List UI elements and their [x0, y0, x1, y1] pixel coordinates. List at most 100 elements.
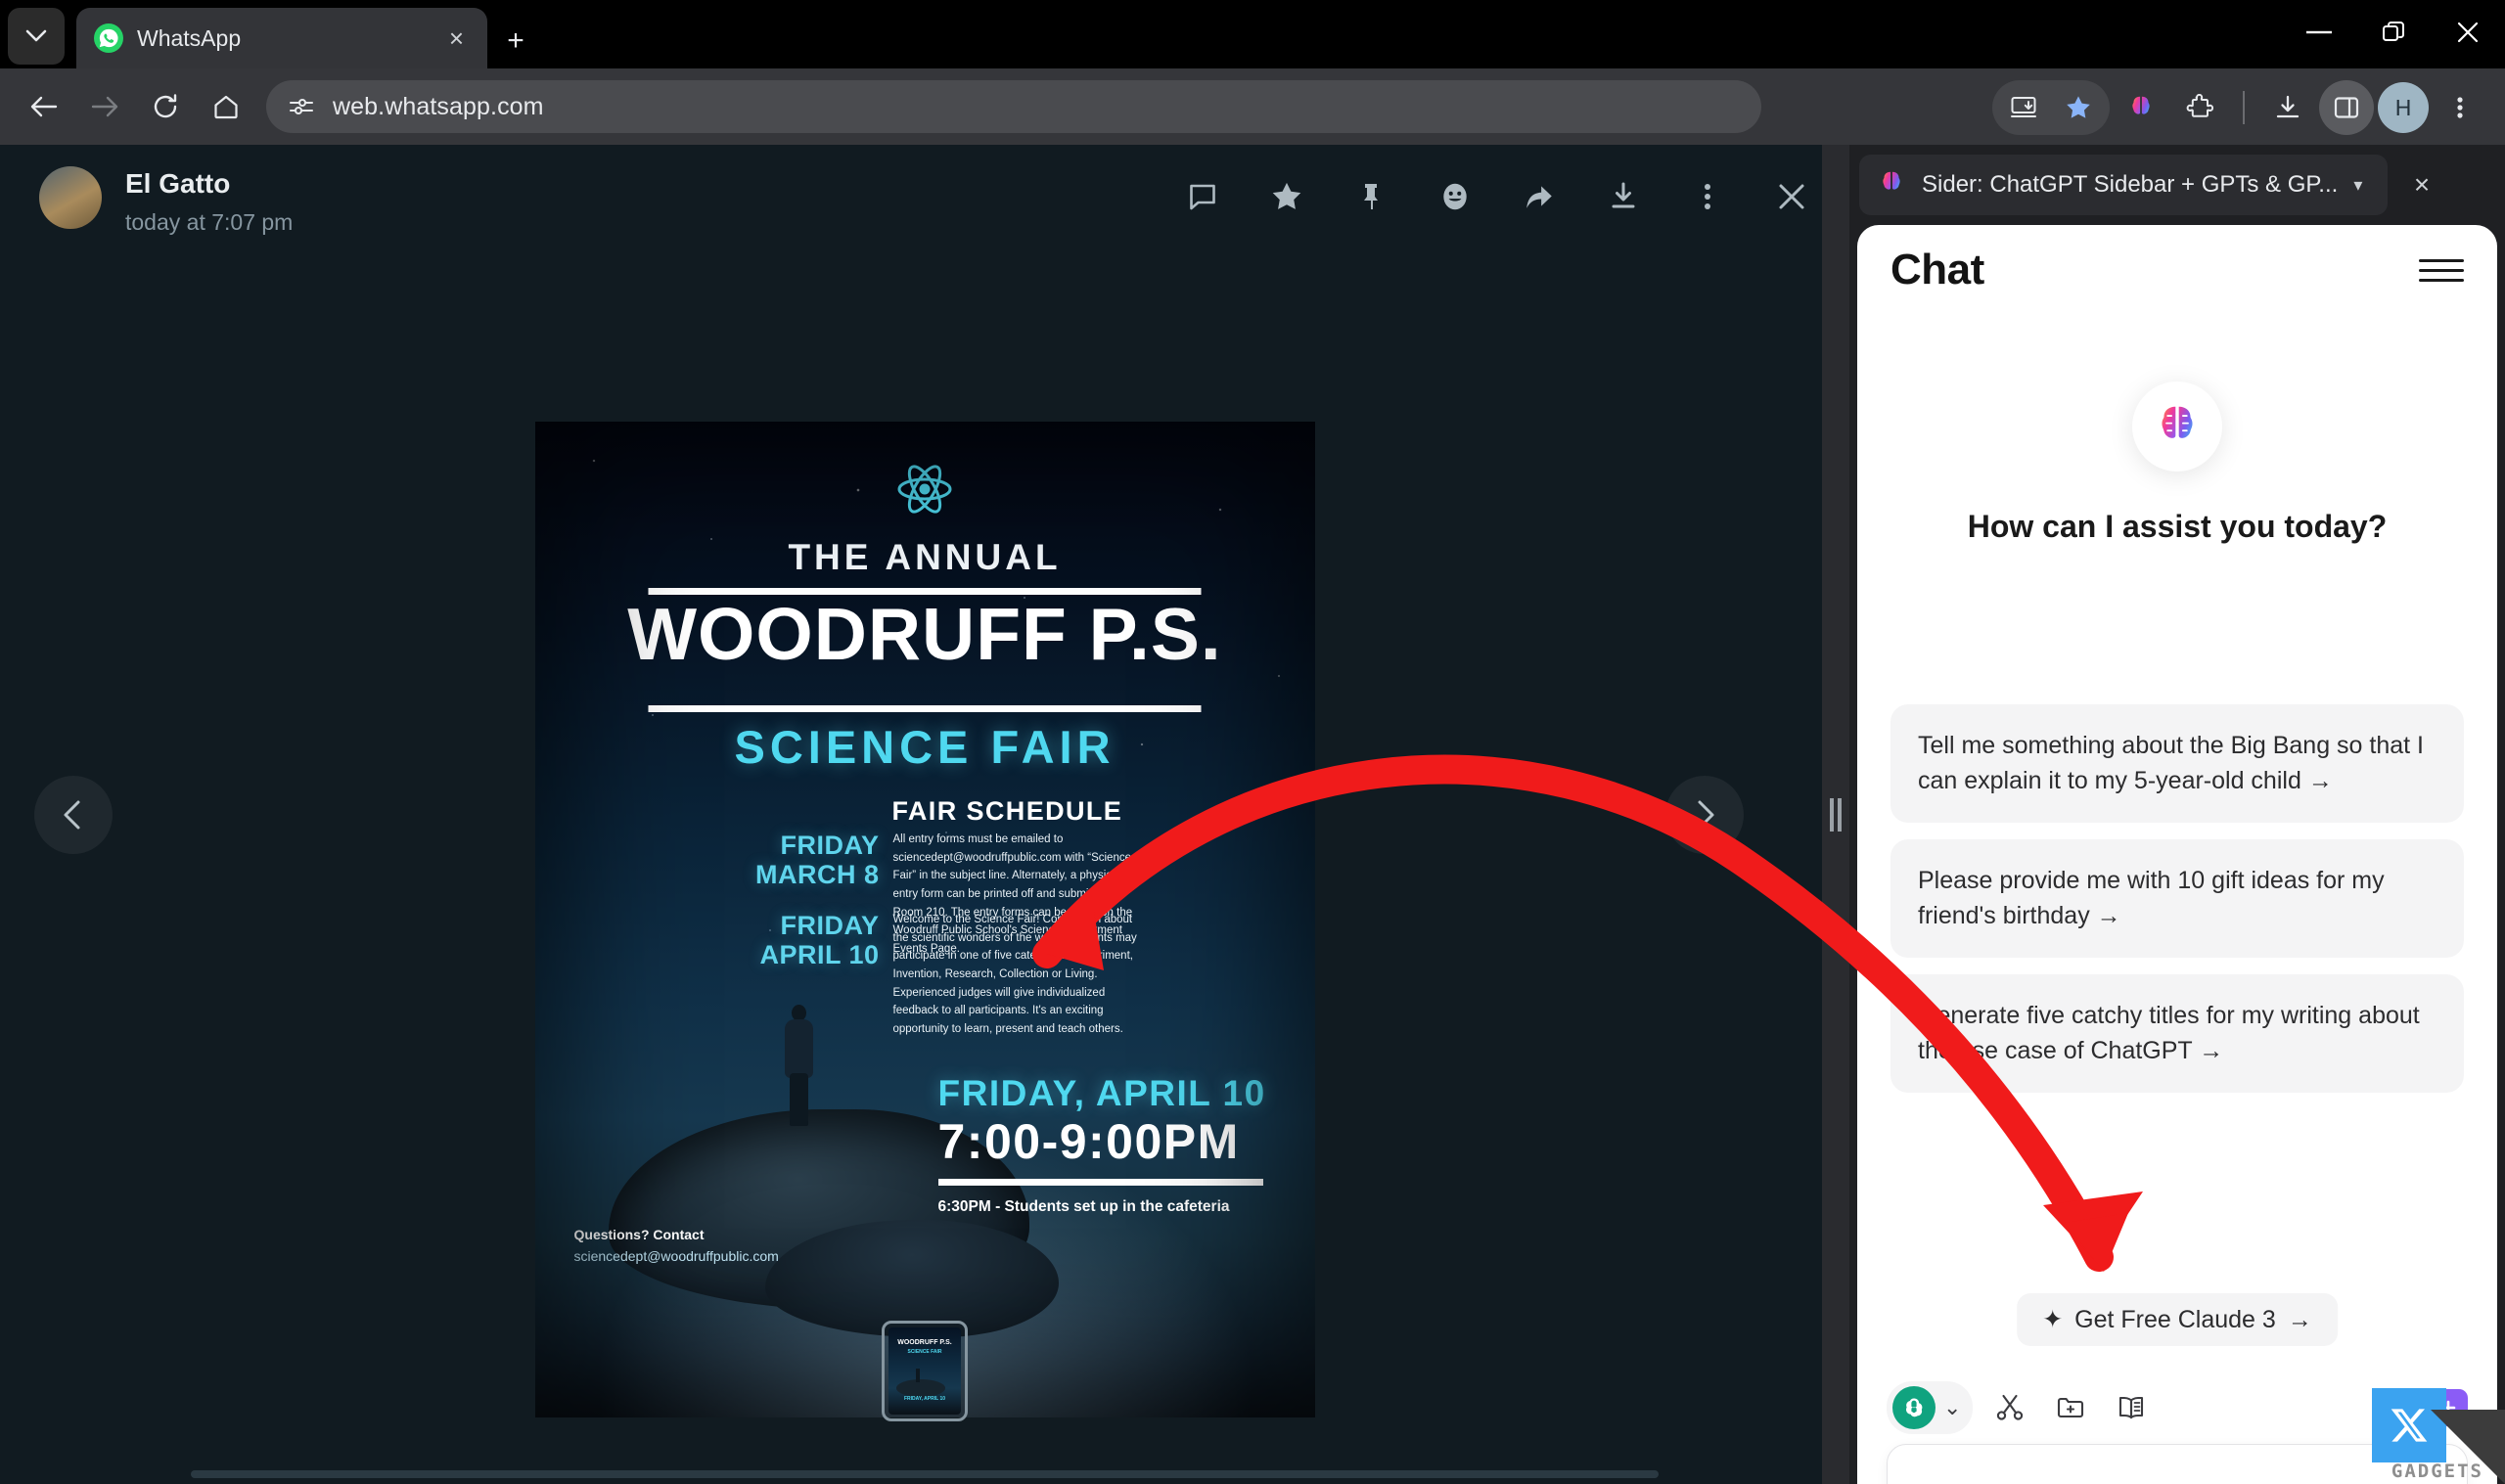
- scissors-icon[interactable]: [1986, 1384, 2033, 1431]
- download-icon[interactable]: [1585, 158, 1662, 235]
- close-icon[interactable]: [1754, 158, 1830, 235]
- x-twitter-badge[interactable]: [2372, 1388, 2446, 1462]
- media-viewer: El Gatto today at 7:07 pm THE ANNUAL WOO…: [0, 145, 1849, 1484]
- profile-avatar[interactable]: H: [2378, 82, 2429, 133]
- close-window-button[interactable]: [2431, 0, 2505, 65]
- suggestion-text: Tell me something about the Big Bang so …: [1918, 732, 2424, 795]
- forward-icon[interactable]: [1501, 158, 1577, 235]
- minimize-icon: [2306, 30, 2332, 34]
- reload-icon: [154, 94, 177, 118]
- model-selector[interactable]: ⌄: [1887, 1381, 1974, 1434]
- forward-button[interactable]: [78, 80, 131, 133]
- sider-extension-title: Sider: ChatGPT Sidebar + GPTs & GP...: [1922, 171, 2339, 198]
- forward-arrow-icon: [91, 96, 118, 117]
- arrow-right-icon: →: [2287, 1305, 2312, 1333]
- whatsapp-page: Turn on notifications Get notified of ne…: [0, 145, 1849, 1484]
- back-arrow-icon: [30, 96, 58, 117]
- screen: WhatsApp × + web.whatsapp.com H El Gatto…: [0, 0, 2505, 1484]
- reload-button[interactable]: [139, 80, 192, 133]
- maximize-button[interactable]: [2356, 0, 2431, 65]
- sidebar-resize-handle[interactable]: [1822, 145, 1849, 1484]
- openai-logo-icon: [1892, 1386, 1936, 1429]
- close-sider-button[interactable]: ×: [2388, 155, 2456, 215]
- tune-icon[interactable]: [288, 95, 315, 118]
- browser-tab[interactable]: WhatsApp ×: [76, 8, 487, 68]
- close-icon[interactable]: ×: [443, 22, 470, 55]
- toolbar-actions: H: [1992, 80, 2487, 135]
- page-title: Chat: [1890, 246, 1984, 293]
- chevron-down-icon: [25, 29, 47, 42]
- hamburger-menu-icon[interactable]: [2419, 247, 2464, 292]
- comment-icon[interactable]: [1164, 158, 1241, 235]
- close-icon: [2457, 22, 2479, 43]
- horizontal-scrollbar[interactable]: [191, 1470, 1659, 1478]
- bookmark-star-icon[interactable]: [2051, 80, 2106, 135]
- chat-panel-header: Chat: [1857, 225, 2497, 315]
- downloads-icon[interactable]: [2260, 80, 2315, 135]
- minimize-button[interactable]: [2282, 0, 2356, 65]
- suggestion-card[interactable]: Please provide me with 10 gift ideas for…: [1890, 839, 2464, 958]
- suggestion-card[interactable]: Tell me something about the Big Bang so …: [1890, 704, 2464, 823]
- restore-icon: [2383, 22, 2404, 41]
- thumbnail-date: FRIDAY, APRIL 10: [903, 1395, 946, 1402]
- sider-extension-chip[interactable]: Sider: ChatGPT Sidebar + GPTs & GP... ▾: [1859, 155, 2388, 215]
- media-thumbnail[interactable]: WOODRUFF P.S. SCIENCE FAIR FRIDAY, APRIL…: [882, 1320, 968, 1421]
- sider-extension-header: Sider: ChatGPT Sidebar + GPTs & GP... ▾ …: [1849, 145, 2505, 225]
- thumbnail-school: WOODRUFF P.S.: [897, 1338, 952, 1346]
- media-viewer-header: El Gatto today at 7:07 pm: [0, 145, 1849, 250]
- arrow-right-icon: →: [2199, 1037, 2224, 1065]
- previous-media-button[interactable]: [34, 775, 113, 854]
- pin-icon[interactable]: [1333, 158, 1409, 235]
- browser-toolbar: web.whatsapp.com H: [0, 68, 2505, 145]
- chevron-down-icon[interactable]: ▾: [2353, 175, 2362, 196]
- arrow-right-icon: →: [2307, 767, 2333, 795]
- navigation-buttons: [18, 80, 252, 133]
- media-sender-name: El Gatto: [125, 168, 231, 199]
- window-controls: [2282, 0, 2505, 65]
- sparkle-icon: ✦: [2042, 1306, 2064, 1333]
- address-bar[interactable]: web.whatsapp.com: [266, 80, 1761, 133]
- media-thumbnail-image: WOODRUFF P.S. SCIENCE FAIR FRIDAY, APRIL…: [888, 1327, 961, 1415]
- tab-search-button[interactable]: [8, 8, 65, 65]
- science-fair-poster[interactable]: THE ANNUAL WOODRUFF P.S. SCIENCE FAIR FA…: [534, 422, 1315, 1417]
- home-button[interactable]: [200, 80, 252, 133]
- grip-icon: [1830, 797, 1834, 832]
- sider-brain-icon: [1877, 168, 1906, 202]
- get-free-claude-button[interactable]: ✦ Get Free Claude 3 →: [2017, 1293, 2338, 1346]
- three-dot-menu-icon[interactable]: [2433, 80, 2487, 135]
- emoji-reaction-icon[interactable]: [1417, 158, 1493, 235]
- thumbnail-rock: [896, 1378, 945, 1397]
- next-media-button[interactable]: [1665, 775, 1744, 854]
- poster-vignette: [535, 422, 1315, 1417]
- thumbnail-event: SCIENCE FAIR: [907, 1348, 942, 1355]
- install-app-icon[interactable]: [1996, 80, 2051, 135]
- whatsapp-icon: [94, 23, 123, 53]
- brain-logo-icon: [2132, 382, 2222, 472]
- x-logo-icon: [2391, 1409, 2428, 1442]
- toolbar-divider: [2243, 91, 2245, 124]
- media-stage: THE ANNUAL WOODRUFF P.S. SCIENCE FAIR FA…: [0, 250, 1849, 1417]
- prompt-library-icon[interactable]: [2108, 1384, 2155, 1431]
- new-tab-button[interactable]: +: [494, 20, 537, 63]
- promo-label: Get Free Claude 3: [2074, 1305, 2276, 1333]
- suggestion-card[interactable]: Generate five catchy titles for my writi…: [1890, 974, 2464, 1093]
- more-options-icon[interactable]: [1669, 158, 1746, 235]
- chat-input[interactable]: [1905, 1457, 2449, 1484]
- back-button[interactable]: [18, 80, 70, 133]
- sider-brain-icon[interactable]: [2114, 80, 2168, 135]
- chevron-down-icon[interactable]: ⌄: [1943, 1395, 1961, 1420]
- chevron-left-icon: [64, 800, 80, 829]
- avatar: [39, 166, 102, 229]
- extensions-puzzle-icon[interactable]: [2172, 80, 2227, 135]
- sider-chat-panel: Chat How can I assist you today? Tell me…: [1857, 225, 2497, 1484]
- suggestion-text: Generate five catchy titles for my writi…: [1918, 1002, 2420, 1065]
- omnibox-action-pill: [1992, 80, 2110, 135]
- star-icon[interactable]: [1249, 158, 1325, 235]
- side-panel-icon[interactable]: [2319, 80, 2374, 135]
- thumbnail-silhouette: [916, 1368, 920, 1382]
- new-folder-icon[interactable]: [2047, 1384, 2094, 1431]
- assistant-greeting: How can I assist you today?: [1967, 509, 2388, 544]
- sider-sidebar: Sider: ChatGPT Sidebar + GPTs & GP... ▾ …: [1849, 145, 2505, 1484]
- browser-tab-strip: WhatsApp × +: [0, 0, 2505, 76]
- address-bar-url: web.whatsapp.com: [333, 92, 544, 120]
